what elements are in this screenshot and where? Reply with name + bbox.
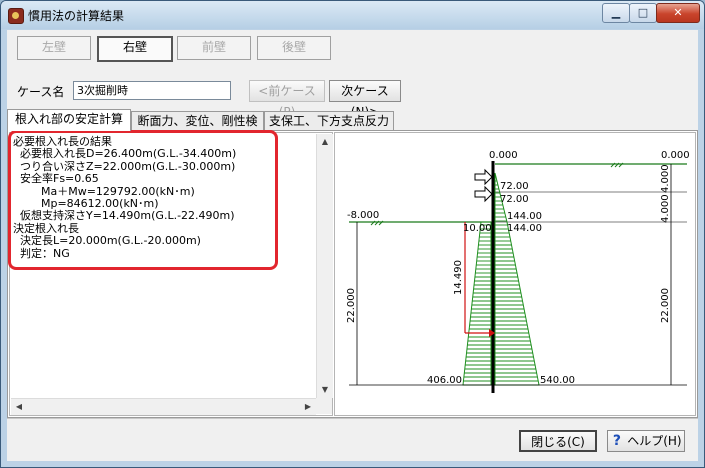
minimize-button[interactable]: ▁ bbox=[602, 3, 630, 23]
close-icon: ✕ bbox=[673, 6, 683, 19]
label-bottom-left: 406.00 bbox=[427, 375, 462, 386]
wall-button-front[interactable]: 前壁 bbox=[177, 36, 251, 60]
client-area: 左壁 右壁 前壁 後壁 ケース名 3次掘削時 <前ケース(P) 次ケース(N)>… bbox=[7, 30, 698, 461]
tab-embedment-stability[interactable]: 根入れ部の安定計算 bbox=[7, 109, 131, 131]
label-excavation-level: -8.000 bbox=[347, 210, 379, 221]
help-button-label: ヘルプ(H) bbox=[627, 434, 682, 448]
help-button[interactable]: ? ヘルプ(H) bbox=[607, 430, 685, 452]
label-support-1: 72.00 bbox=[500, 181, 529, 192]
maximize-button[interactable]: □ bbox=[629, 3, 657, 23]
wall-button-back[interactable]: 後壁 bbox=[257, 36, 331, 60]
label-dim-left: 22.000 bbox=[346, 288, 357, 323]
tab-section-force[interactable]: 断面力、変位、剛性検討 bbox=[131, 111, 264, 146]
close-window-button[interactable]: ✕ bbox=[656, 3, 700, 23]
left-pressure-area bbox=[462, 221, 492, 386]
label-dim-right-mid: 4.000 bbox=[660, 194, 671, 223]
help-icon: ? bbox=[612, 433, 621, 449]
label-dim-right: 22.000 bbox=[660, 288, 671, 323]
label-top-right: 0.000 bbox=[661, 150, 690, 161]
strut-arrow-icon bbox=[474, 168, 493, 203]
title-bar[interactable]: 慣用法の計算結果 ▁ □ ✕ bbox=[1, 1, 704, 29]
case-name-field[interactable]: 3次掘削時 bbox=[73, 81, 231, 100]
scroll-up-icon[interactable]: ▲ bbox=[317, 134, 333, 150]
label-small-left: 10.00 bbox=[463, 223, 492, 234]
label-bottom-right: 540.00 bbox=[540, 375, 575, 386]
horizontal-scrollbar[interactable]: ◀ ▶ bbox=[11, 398, 316, 415]
pressure-diagram-svg: 0.000 0.000 -8.000 72.00 72.00 144.00 14… bbox=[346, 150, 690, 393]
scroll-corner bbox=[316, 398, 332, 414]
label-support-depth: 14.490 bbox=[453, 260, 464, 295]
tab-support-reaction[interactable]: 支保工、下方支点反力 bbox=[264, 111, 394, 130]
footer-separator bbox=[7, 418, 698, 419]
label-144-lower: 144.00 bbox=[507, 223, 542, 234]
app-icon bbox=[8, 8, 24, 24]
main-window: 慣用法の計算結果 ▁ □ ✕ 左壁 右壁 前壁 後壁 ケース名 3次掘削時 <前… bbox=[0, 0, 705, 468]
window-title: 慣用法の計算結果 bbox=[28, 9, 125, 23]
case-name-label: ケース名 bbox=[17, 85, 65, 99]
pressure-diagram: 0.000 0.000 -8.000 72.00 72.00 144.00 14… bbox=[334, 132, 696, 416]
label-dim-right-upper: 4.000 bbox=[660, 164, 671, 193]
label-top-left: 0.000 bbox=[489, 150, 518, 161]
wall-button-right[interactable]: 右壁 bbox=[97, 36, 173, 62]
maximize-icon: □ bbox=[637, 6, 649, 19]
wall-button-left[interactable]: 左壁 bbox=[17, 36, 91, 60]
minimize-icon: ▁ bbox=[611, 6, 621, 19]
label-support-2: 72.00 bbox=[500, 194, 529, 205]
next-case-button[interactable]: 次ケース(N)> bbox=[329, 80, 401, 119]
ground-hatch bbox=[370, 162, 624, 226]
scroll-left-icon[interactable]: ◀ bbox=[11, 399, 27, 415]
result-highlight-frame bbox=[8, 130, 278, 270]
prev-case-button[interactable]: <前ケース(P) bbox=[249, 80, 325, 119]
vertical-scrollbar[interactable]: ▲ ▼ bbox=[316, 134, 333, 398]
label-144-upper: 144.00 bbox=[507, 211, 542, 222]
scroll-right-icon[interactable]: ▶ bbox=[300, 399, 316, 415]
scroll-down-icon[interactable]: ▼ bbox=[317, 382, 333, 398]
close-button[interactable]: 閉じる(C) bbox=[519, 430, 597, 452]
